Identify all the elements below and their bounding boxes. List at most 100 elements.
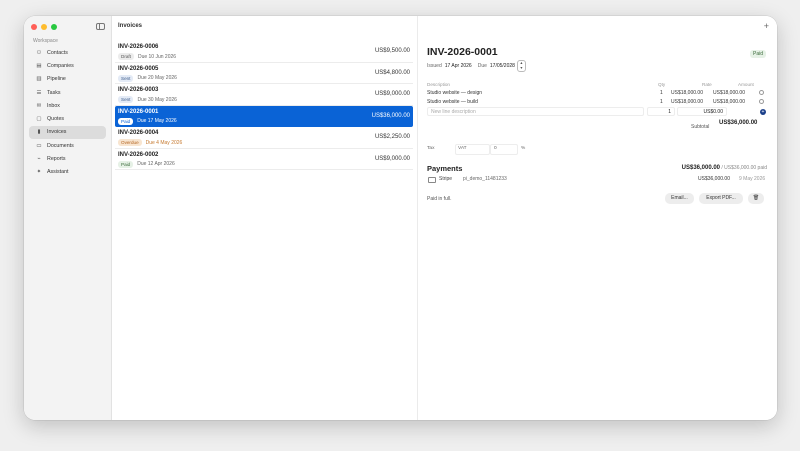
sidebar-item-label: Reports (47, 156, 66, 163)
line-qty[interactable]: 1 (660, 90, 663, 96)
line-rate[interactable]: US$18,000.00 (671, 99, 703, 105)
invoice-row[interactable]: INV-2026-0003 US$9,000.00 Sent Due 30 May… (115, 84, 413, 106)
sidebar-item-quotes[interactable]: ▢ Quotes (29, 112, 106, 125)
column-header-qty: Qty (658, 82, 666, 87)
inbox-icon: ✉ (36, 102, 42, 109)
pipeline-icon: ▥ (36, 76, 42, 83)
close-window-button[interactable] (31, 24, 37, 30)
status-badge: Sent (118, 74, 134, 82)
remove-line-icon[interactable] (759, 90, 764, 95)
invoice-row-selected[interactable]: INV-2026-0001 US$36,000.00 Paid Due 17 Ma… (115, 105, 413, 127)
sidebar-item-label: Assistant (47, 169, 69, 176)
new-line-qty-input[interactable]: 1 (647, 107, 675, 116)
add-line-icon[interactable]: + (760, 109, 766, 115)
column-header-rate: Rate (702, 82, 712, 87)
invoice-number: INV-2026-0005 (118, 65, 159, 72)
new-line-description-input[interactable]: New line description (427, 107, 644, 116)
invoice-amount: US$2,250.00 (374, 134, 410, 140)
sidebar-item-label: Contacts (47, 49, 68, 56)
sidebar-item-contacts[interactable]: ⚇ Contacts (29, 46, 106, 59)
sidebar-item-documents[interactable]: ▭ Documents (29, 139, 106, 152)
sidebar-item-label: Tasks (47, 89, 61, 96)
status-badge: Paid (118, 117, 134, 125)
payments-title: Payments (427, 164, 463, 173)
status-badge: Sent (118, 96, 134, 103)
invoice-number: INV-2026-0003 (118, 87, 159, 93)
payment-amount: US$36,000.00 (698, 176, 730, 182)
invoice-row[interactable]: INV-2026-0004 US$2,250.00 Overdue Due 4 M… (115, 127, 413, 149)
sidebar-item-reports[interactable]: ⌁ Reports (29, 152, 106, 165)
trash-icon: 🗑 (752, 195, 760, 201)
column-header-amount: Amount (738, 82, 754, 87)
issued-date: 17 Apr 2026 (444, 63, 472, 69)
card-icon (428, 177, 436, 183)
due-date: Due 17 May 2026 (137, 118, 177, 124)
email-button[interactable]: Email... (665, 193, 694, 204)
invoice-amount: US$9,000.00 (374, 155, 410, 162)
tax-unit: % (521, 146, 526, 151)
sidebar-item-label: Pipeline (47, 76, 66, 83)
status-badge: Paid (749, 50, 766, 58)
payment-row: Stripe pi_demo_11481233 US$36,000.00 9 M… (427, 176, 767, 185)
minimize-window-button[interactable] (41, 24, 47, 30)
status-badge: Paid (118, 160, 134, 168)
sidebar-item-label: Documents (47, 142, 74, 149)
invoice-amount: US$9,000.00 (374, 91, 410, 97)
invoice-amount: US$36,000.00 (371, 112, 410, 119)
line-qty[interactable]: 1 (660, 99, 663, 105)
add-invoice-button[interactable]: + (764, 21, 769, 31)
invoice-number: INV-2026-0004 (118, 130, 159, 136)
documents-icon: ▭ (36, 142, 42, 149)
sidebar-item-pipeline[interactable]: ▥ Pipeline (29, 73, 106, 86)
date-stepper[interactable]: ▲ ▼ (516, 60, 526, 72)
invoice-detail-pane: + INV-2026-0001 Paid Issued 17 Apr 2026 … (418, 16, 777, 420)
export-pdf-button[interactable]: Export PDF... (699, 193, 743, 204)
due-label: Due (477, 63, 487, 69)
sidebar-item-tasks[interactable]: ☰ Tasks (29, 86, 106, 99)
line-description[interactable]: Studio website — build (427, 99, 478, 105)
zoom-window-button[interactable] (51, 24, 57, 30)
sidebar-item-invoices[interactable]: ▮ Invoices (29, 125, 106, 140)
invoice-dates: Issued 17 Apr 2026 Due 17/05/2028 ▲ ▼ (427, 60, 526, 72)
invoice-row[interactable]: INV-2026-0005 US$4,800.00 Sent Due 20 May… (115, 63, 413, 84)
subtotal-value: US$36,000.00 (719, 120, 758, 126)
payments-total-amount: US$36,000.00 (681, 165, 721, 171)
sidebar-item-assistant[interactable]: ✦ Assistant (29, 166, 106, 179)
subtotal-label: Subtotal (691, 124, 710, 130)
invoice-amount: US$4,800.00 (374, 69, 410, 76)
status-badge: Overdue (118, 139, 142, 146)
invoice-row[interactable]: INV-2026-0002 US$9,000.00 Paid Due 12 Apr… (115, 149, 413, 170)
quotes-icon: ▢ (36, 116, 42, 123)
column-header-description: Description (427, 82, 450, 87)
companies-icon: ▤ (36, 62, 42, 69)
due-date: Due 10 Jun 2026 (137, 53, 177, 60)
sidebar: Workspace ⚇ Contacts ▤ Companies ▥ Pipeline… (24, 16, 112, 420)
invoice-amount: US$9,500.00 (374, 48, 410, 54)
remove-line-icon[interactable] (759, 99, 764, 104)
invoice-row[interactable]: INV-2026-0006 US$9,500.00 Draft Due 10 Ju… (115, 41, 413, 63)
status-badge: Draft (118, 53, 134, 60)
line-description[interactable]: Studio website — design (427, 90, 482, 96)
tasks-icon: ☰ (36, 89, 42, 96)
assistant-icon: ✦ (36, 169, 42, 176)
issued-label: Issued (427, 63, 442, 69)
invoice-number: INV-2026-0001 (118, 108, 159, 115)
sidebar-item-label: Inbox (47, 102, 60, 109)
line-amount: US$18,000.00 (713, 99, 745, 105)
sidebar-toggle-icon[interactable] (96, 23, 105, 30)
due-date: Due 20 May 2026 (137, 75, 177, 81)
sidebar-item-inbox[interactable]: ✉ Inbox (29, 99, 106, 112)
delete-button[interactable]: 🗑 (748, 193, 764, 204)
reports-icon: ⌁ (37, 156, 41, 163)
contacts-icon: ⚇ (36, 49, 42, 56)
payment-date: 9 May 2026 (739, 176, 766, 182)
line-amount: US$18,000.00 (713, 90, 745, 96)
due-date: Due 30 May 2026 (137, 96, 177, 103)
line-rate[interactable]: US$18,000.00 (671, 90, 703, 96)
due-date-field[interactable]: 17/05/2028 (490, 63, 515, 69)
payment-reference: pi_demo_11481233 (463, 176, 507, 182)
sidebar-item-companies[interactable]: ▤ Companies (29, 59, 106, 72)
new-line-rate-input[interactable]: US$0.00 (677, 107, 727, 116)
sidebar-item-label: Invoices (47, 129, 67, 136)
invoice-note: Paid in full. (427, 196, 452, 202)
